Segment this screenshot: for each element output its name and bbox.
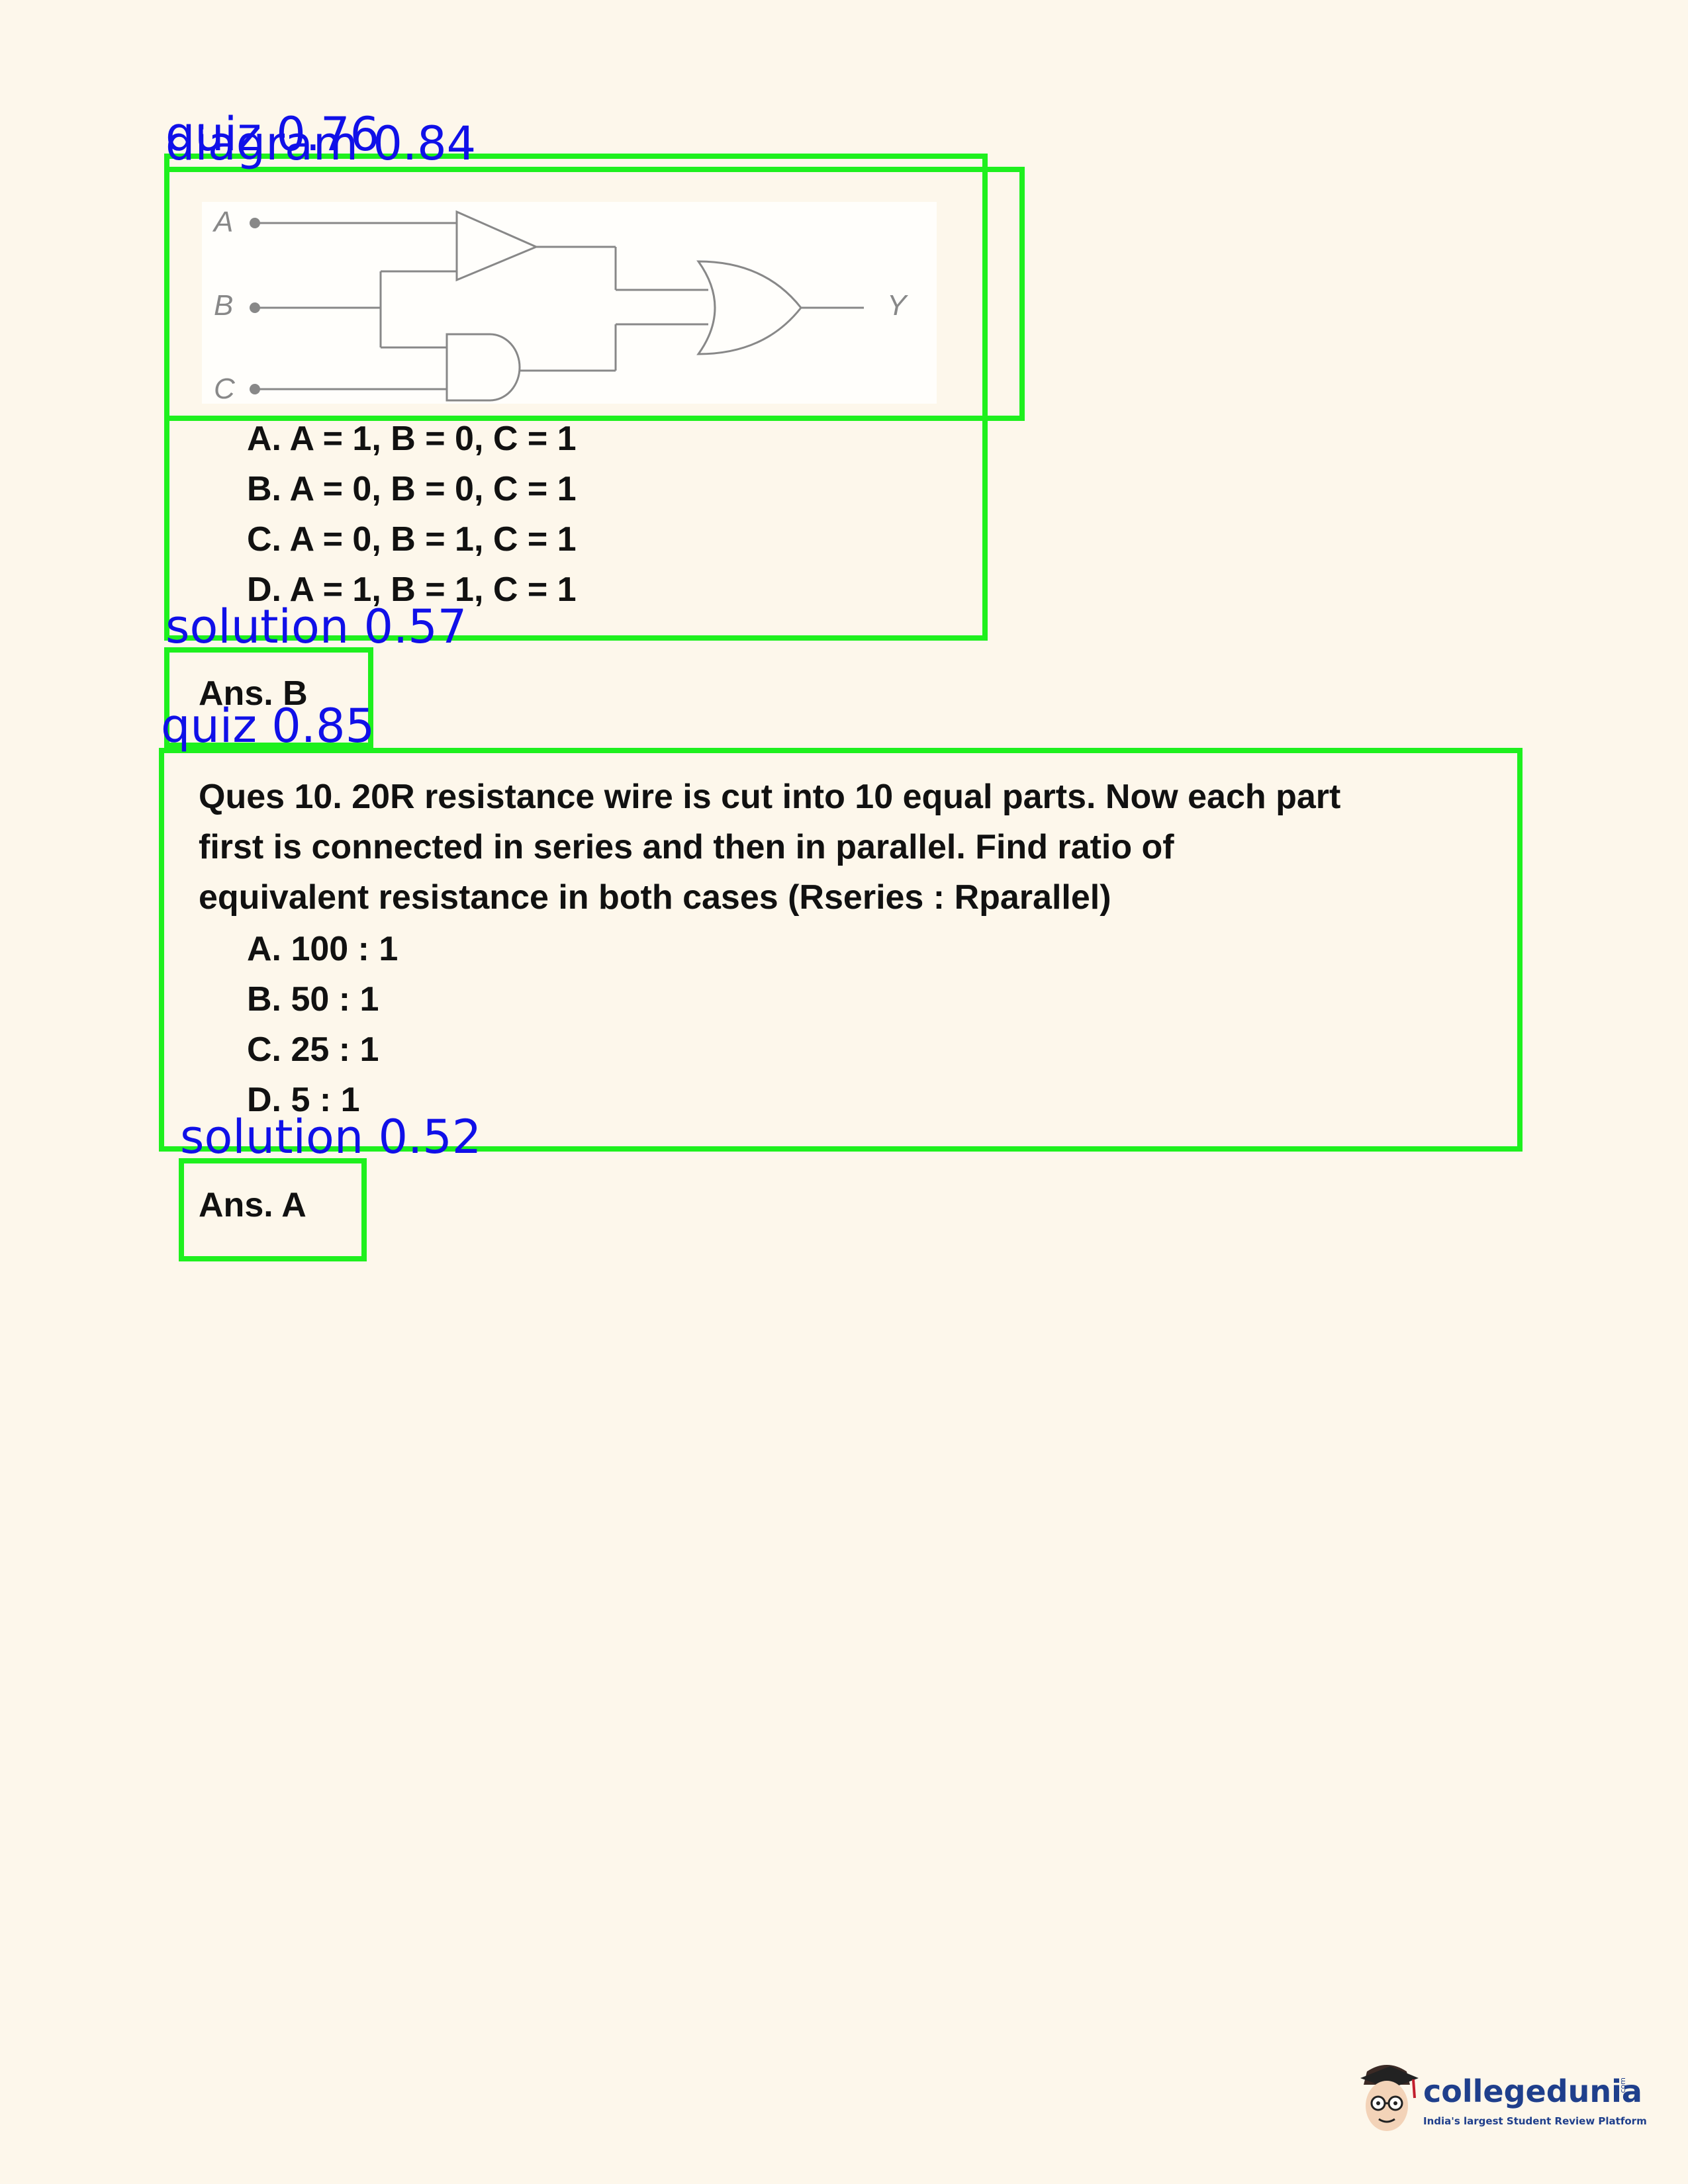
detection-box-solution-2 (179, 1158, 367, 1261)
detection-label-quiz-2: quiz 0.85 (161, 699, 375, 753)
detection-label-solution-2: solution 0.52 (180, 1110, 482, 1164)
brand-tagline: India's largest Student Review Platform (1423, 2115, 1647, 2127)
brand-name: collegedunia (1423, 2073, 1642, 2109)
brand-tld: .com (1618, 2077, 1627, 2095)
detection-box-diagram (164, 167, 1025, 421)
detection-box-quiz-2 (159, 748, 1523, 1152)
detection-label-diagram: diagram 0.84 (165, 116, 477, 171)
detection-label-solution-1: solution 0.57 (165, 600, 467, 654)
mascot-icon (1360, 2065, 1419, 2131)
